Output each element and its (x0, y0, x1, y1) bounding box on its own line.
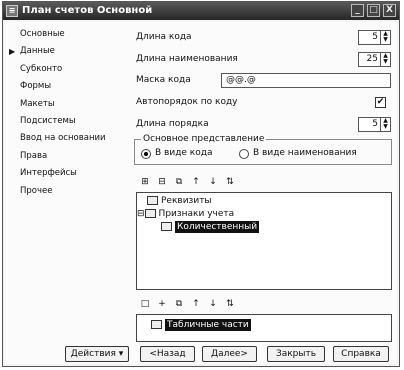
move-up-icon[interactable]: ↑ (190, 176, 202, 188)
tree-node-label: Признаки учета (158, 209, 235, 219)
sidebar-item-main[interactable]: Основные (7, 26, 125, 43)
sidebar-item-label: Прочее (20, 185, 53, 196)
order-length-stepper[interactable]: 5 ▲ ▼ (358, 117, 391, 132)
tree-node-accounting-flags[interactable]: ⊟ Признаки учета (137, 209, 234, 219)
radio-as-code-label[interactable]: В виде кода (155, 148, 213, 158)
move-down-icon[interactable]: ↓ (207, 176, 219, 188)
sidebar-item-forms[interactable]: Формы (7, 78, 125, 95)
title-bar: ≡ План счетов Основной _ □ X (3, 2, 399, 20)
sidebar-item-label: Субконто (20, 63, 63, 74)
representation-legend: Основное представление (141, 134, 267, 144)
add-child-icon[interactable]: ⊟ (156, 176, 168, 188)
code-mask-input[interactable]: @@.@ (221, 73, 391, 88)
sort-icon[interactable]: ⇅ (224, 298, 236, 310)
code-length-value: 5 (372, 32, 378, 42)
actions-button[interactable]: Действия ▾ (65, 346, 129, 362)
close-window-button[interactable]: X (383, 4, 396, 17)
chart-of-accounts-icon: ≡ (6, 5, 18, 17)
spin-arrows-icon[interactable]: ▲ ▼ (380, 31, 390, 44)
back-button[interactable]: <Назад (140, 346, 195, 362)
chart-of-accounts-window: ≡ План счетов Основной _ □ X Основные ▶ Д… (2, 1, 400, 367)
add-icon[interactable]: □ (139, 298, 151, 310)
name-length-stepper[interactable]: 25 ▲ ▼ (358, 52, 391, 67)
radio-as-name[interactable] (239, 149, 249, 159)
tree-node-label: Табличные части (165, 319, 251, 331)
add-child-icon[interactable]: + (156, 298, 168, 310)
radio-as-name-label[interactable]: В виде наименования (253, 148, 357, 158)
sidebar-item-label: Ввод на основании (20, 133, 106, 144)
editor-body: Основные ▶ Данные Субконто Формы Макеты П… (5, 22, 397, 364)
attributes-toolbar: ⊞ ⊟ ⧉ ↑ ↓ ⇅ (139, 176, 236, 190)
sidebar-item-data[interactable]: ▶ Данные (7, 43, 125, 60)
data-properties-panel: Длина кода 5 ▲ ▼ Длина наименования 25 ▲ ▼… (131, 22, 395, 342)
order-length-value: 5 (372, 119, 378, 129)
tabular-parts-tree[interactable]: Табличные части (136, 314, 392, 342)
window-title: План счетов Основной (22, 5, 153, 16)
attributes-tree[interactable]: Реквизиты ⊟ Признаки учета Количественный (136, 192, 392, 290)
move-down-icon[interactable]: ↓ (207, 298, 219, 310)
sidebar-item-templates[interactable]: Макеты (7, 96, 125, 113)
help-button[interactable]: Справка (333, 346, 389, 362)
name-length-value: 25 (366, 54, 378, 64)
sidebar-item-label: Права (20, 150, 48, 161)
code-length-label: Длина кода (136, 32, 192, 42)
sidebar-item-rights[interactable]: Права (7, 148, 125, 165)
close-button[interactable]: Закрыть (267, 346, 325, 362)
tree-node-tabular-parts[interactable]: Табличные части (151, 319, 251, 331)
tree-node-requisites[interactable]: Реквизиты (147, 196, 212, 206)
tree-node-label: Количественный (175, 221, 260, 233)
spin-arrows-icon[interactable]: ▲ ▼ (380, 53, 390, 66)
sidebar-item-label: Основные (20, 29, 65, 39)
maximize-button[interactable]: □ (367, 4, 380, 17)
folder-icon (147, 196, 158, 205)
sidebar: Основные ▶ Данные Субконто Формы Макеты П… (7, 26, 125, 200)
radio-as-code[interactable] (141, 149, 151, 159)
auto-order-label: Автопорядок по коду (136, 97, 238, 107)
tree-node-quantitative[interactable]: Количественный (161, 221, 260, 233)
tabular-parts-toolbar: □ + ⧉ ↑ ↓ ⇅ (139, 298, 236, 312)
move-up-icon[interactable]: ↑ (190, 298, 202, 310)
order-length-label: Длина порядка (136, 119, 209, 129)
collapse-icon[interactable]: ⊟ (137, 209, 145, 219)
tree-node-label: Реквизиты (161, 196, 212, 206)
code-mask-label: Маска кода (136, 75, 191, 85)
code-length-stepper[interactable]: 5 ▲ ▼ (358, 30, 391, 45)
sidebar-item-subsystems[interactable]: Подсистемы (7, 113, 125, 130)
minimize-button[interactable]: _ (351, 4, 364, 17)
sidebar-item-label: Макеты (20, 98, 55, 109)
sidebar-item-label: Подсистемы (20, 115, 76, 126)
sidebar-item-subconto[interactable]: Субконто (7, 61, 125, 78)
add-icon[interactable]: ⊞ (139, 176, 151, 188)
copy-icon[interactable]: ⧉ (173, 176, 185, 188)
attribute-icon (161, 222, 172, 231)
sidebar-item-based-on[interactable]: Ввод на основании (7, 130, 125, 147)
active-arrow-icon: ▶ (9, 47, 16, 57)
sidebar-item-interfaces[interactable]: Интерфейсы (7, 165, 125, 182)
folder-icon (144, 209, 156, 218)
name-length-label: Длина наименования (136, 54, 238, 64)
sidebar-item-label: Формы (20, 81, 52, 92)
auto-order-checkbox[interactable]: ✔ (375, 97, 386, 108)
sidebar-item-other[interactable]: Прочее (7, 183, 125, 200)
spin-arrows-icon[interactable]: ▲ ▼ (380, 118, 390, 131)
copy-icon[interactable]: ⧉ (173, 298, 185, 310)
dialog-button-bar: Действия ▾ <Назад Далее> Закрыть Справка (5, 342, 397, 364)
sidebar-item-label: Данные (20, 46, 55, 57)
sidebar-item-label: Интерфейсы (20, 168, 77, 179)
sort-icon[interactable]: ⇅ (224, 176, 236, 188)
table-icon (151, 320, 162, 329)
next-button[interactable]: Далее> (202, 346, 257, 362)
